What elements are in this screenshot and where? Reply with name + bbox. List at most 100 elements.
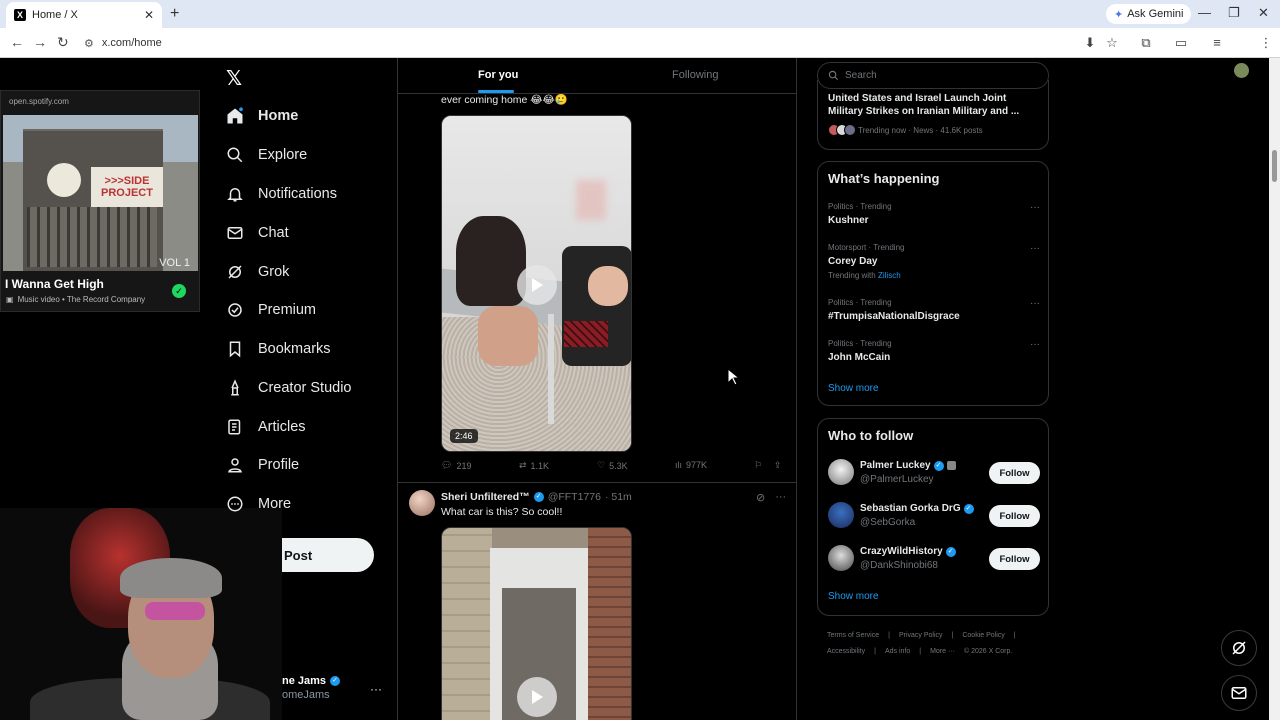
play-icon[interactable] <box>517 677 557 717</box>
nav-profile[interactable]: Profile <box>226 451 299 479</box>
footer-ads[interactable]: Ads info <box>885 648 910 655</box>
tab-for-you[interactable]: For you <box>478 69 518 81</box>
nav-creator-studio[interactable]: Creator Studio <box>226 374 352 402</box>
restore-icon[interactable]: ❐ <box>1228 5 1240 21</box>
trend-more-icon[interactable]: ··· <box>1030 202 1040 213</box>
media-controls-icon[interactable]: ≡ <box>1209 35 1225 51</box>
follow-suggestion[interactable]: CrazyWildHistory ✓ @DankShinobi68 Follow <box>828 545 1040 575</box>
follow-button[interactable]: Follow <box>989 548 1040 570</box>
author-name[interactable]: Sheri Unfiltered™ <box>441 491 530 503</box>
avatar[interactable] <box>828 502 854 528</box>
footer-terms[interactable]: Terms of Service <box>827 632 879 639</box>
browser-tabbar: X Home / X ✕ + ✦ Ask Gemini — ❐ ✕ <box>0 0 1280 28</box>
tab-title: Home / X <box>32 9 78 21</box>
nav-premium[interactable]: Premium <box>226 296 316 324</box>
nav-explore[interactable]: Explore <box>226 141 307 169</box>
saved-check-icon[interactable]: ✓ <box>172 284 186 298</box>
grok-icon[interactable]: ⊘ <box>756 491 765 504</box>
close-tab-icon[interactable]: ✕ <box>144 8 154 22</box>
footer-copyright: © 2026 X Corp. <box>963 648 1013 655</box>
tweet-text: ever coming home 😂😂🥲 <box>441 94 568 106</box>
trend-title: #TrumpisaNationalDisgrace <box>828 311 960 322</box>
spotify-mini-player[interactable]: open.spotify.com >>>SIDE PROJECT VOL 1 I… <box>0 90 200 312</box>
bookmark-star-icon[interactable]: ☆ <box>1104 35 1120 51</box>
footer-privacy[interactable]: Privacy Policy <box>899 632 943 639</box>
nav-chat[interactable]: Chat <box>226 219 289 247</box>
news-card[interactable]: United States and Israel Launch Joint Mi… <box>817 80 1049 150</box>
trend-item[interactable]: Politics · Trending Kushner ··· <box>828 202 1040 226</box>
trend-more-icon[interactable]: ··· <box>1030 298 1040 309</box>
tweet-video[interactable]: 2:46 <box>441 115 632 452</box>
footer-accessibility[interactable]: Accessibility <box>827 648 865 655</box>
tab-following[interactable]: Following <box>672 69 718 81</box>
page-scrollbar[interactable] <box>1269 58 1280 720</box>
footer-cookie[interactable]: Cookie Policy <box>962 632 1004 639</box>
trend-with-link[interactable]: Zilisch <box>878 271 901 280</box>
follow-suggestion[interactable]: Palmer Luckey ✓ @PalmerLuckey Follow <box>828 459 1040 489</box>
x-logo-icon[interactable]: 𝕏 <box>226 66 242 91</box>
post-button[interactable]: Post <box>282 538 374 572</box>
bookmark-button[interactable]: ⚐ <box>754 460 762 471</box>
news-headline[interactable]: United States and Israel Launch Joint Mi… <box>828 92 1038 118</box>
nav-notifications[interactable]: Notifications <box>226 180 337 208</box>
url-field[interactable]: ⚙ x.com/home <box>84 32 1094 54</box>
like-button[interactable]: ♡ 5.3K <box>597 460 628 471</box>
minimize-icon[interactable]: — <box>1198 5 1211 20</box>
reply-button[interactable]: 💬︎ 219 <box>441 460 471 471</box>
extensions-icon[interactable]: ⧉ <box>1138 35 1154 51</box>
tweet-time[interactable]: · 51m <box>605 491 632 503</box>
webcam-overlay <box>0 508 282 720</box>
reload-icon[interactable]: ↻ <box>57 34 69 51</box>
grok-fab-button[interactable] <box>1221 630 1257 666</box>
show-more-follow[interactable]: Show more <box>828 591 879 602</box>
views-button[interactable]: ılı 977K <box>675 460 707 470</box>
nav-grok[interactable]: Grok <box>226 258 289 286</box>
browser-tab[interactable]: X Home / X ✕ <box>6 2 162 28</box>
nav-more[interactable]: More <box>226 490 291 518</box>
sidepanel-icon[interactable]: ▭ <box>1173 35 1189 51</box>
trend-item[interactable]: Politics · Trending John McCain ··· <box>828 339 1040 363</box>
search-input[interactable]: Search <box>817 62 1049 89</box>
play-icon[interactable] <box>517 265 557 305</box>
share-button[interactable]: ⇪ <box>774 460 782 471</box>
avatar[interactable] <box>828 459 854 485</box>
profile-avatar[interactable] <box>1234 63 1249 78</box>
avatar[interactable] <box>409 490 435 516</box>
ask-gemini-button[interactable]: ✦ Ask Gemini <box>1106 4 1192 24</box>
bookmark-icon: ⚐ <box>754 460 763 470</box>
account-switcher[interactable]: ne Jams ✓ omeJams <box>282 675 341 701</box>
follow-button[interactable]: Follow <box>989 462 1040 484</box>
nav-home[interactable]: Home <box>226 102 298 130</box>
footer-more[interactable]: More ··· <box>930 648 955 655</box>
install-app-icon[interactable]: ⬇ <box>1082 35 1098 51</box>
avatar[interactable] <box>828 545 854 571</box>
nav-chat-label: Chat <box>258 225 289 241</box>
trend-item[interactable]: Politics · Trending #TrumpisaNationalDis… <box>828 298 1040 322</box>
menu-kebab-icon[interactable]: ⋮ <box>1258 35 1274 51</box>
forward-icon[interactable]: → <box>33 34 47 50</box>
search-icon <box>828 70 839 81</box>
site-info-icon[interactable]: ⚙ <box>84 37 94 50</box>
repost-button[interactable]: ⇄ 1.1K <box>519 460 549 471</box>
who-to-follow-title: Who to follow <box>828 428 914 443</box>
trend-more-icon[interactable]: ··· <box>1030 243 1040 254</box>
back-icon[interactable]: ← <box>10 34 24 50</box>
messages-fab-button[interactable] <box>1221 675 1257 711</box>
close-window-icon[interactable]: ✕ <box>1258 5 1269 21</box>
show-more-trends[interactable]: Show more <box>828 383 879 394</box>
tweet-video[interactable] <box>441 527 632 720</box>
tweet-more-icon[interactable]: ··· <box>775 491 786 504</box>
new-tab-button[interactable]: + <box>170 5 179 23</box>
account-more-icon[interactable]: ··· <box>370 682 382 696</box>
trend-more-icon[interactable]: ··· <box>1030 339 1040 350</box>
follow-button[interactable]: Follow <box>989 505 1040 527</box>
trend-item[interactable]: Motorsport · Trending Corey Day Trending… <box>828 243 1040 280</box>
scrollbar-thumb[interactable] <box>1272 150 1277 182</box>
nav-articles[interactable]: Articles <box>226 413 306 441</box>
trend-with-prefix: Trending with <box>828 271 876 280</box>
nav-notifications-label: Notifications <box>258 186 337 202</box>
follow-suggestion[interactable]: Sebastian Gorka DrG ✓ @SebGorka Follow <box>828 502 1040 532</box>
nav-bookmarks[interactable]: Bookmarks <box>226 335 331 363</box>
spotify-source: open.spotify.com <box>9 97 69 106</box>
author-handle[interactable]: @FFT1776 <box>548 491 601 503</box>
